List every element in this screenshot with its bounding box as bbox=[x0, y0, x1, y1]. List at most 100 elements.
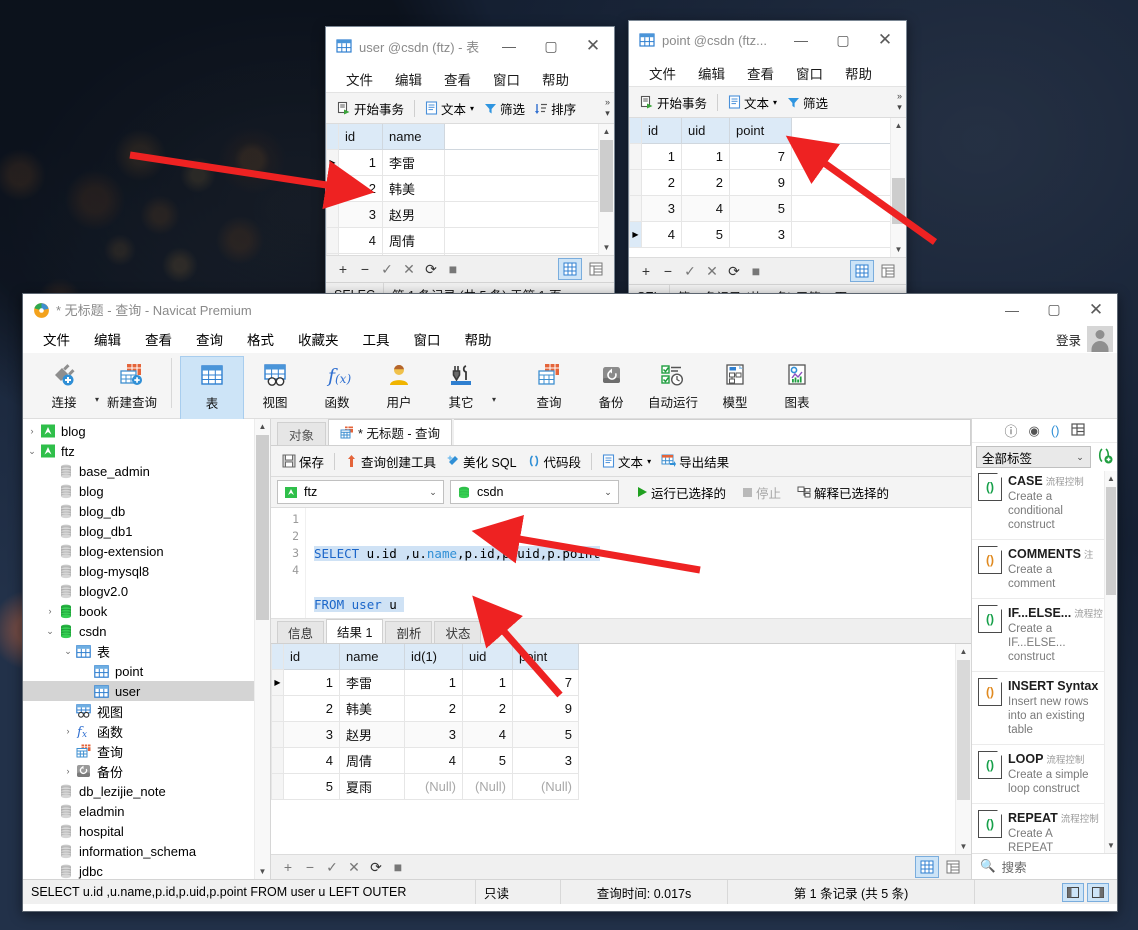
snippet-list[interactable]: ▲ ▼ () CASE 流程控制 Create a conditional const… bbox=[972, 470, 1117, 853]
menu-file[interactable]: 文件 bbox=[335, 67, 384, 91]
tree-item-blog-extension[interactable]: blog-extension bbox=[23, 541, 270, 561]
refresh-button[interactable]: ⟳ bbox=[723, 261, 745, 281]
menu-window[interactable]: 窗口 bbox=[402, 326, 453, 352]
scroll-down-icon[interactable]: ▼ bbox=[891, 242, 906, 257]
object-tree-sidebar[interactable]: ▲ ▼ › blog ⌄ ftz base_admin blog blog_db blog_d… bbox=[23, 419, 271, 879]
cell-name[interactable]: 赵男 bbox=[382, 201, 445, 228]
grid-vscrollbar[interactable]: ▲ ▼ bbox=[890, 118, 906, 257]
cell-point[interactable]: 5 bbox=[512, 721, 579, 748]
minimize-button[interactable]: — bbox=[488, 27, 530, 65]
grid-icon[interactable] bbox=[1070, 423, 1085, 439]
expand-arrow-icon[interactable]: ⌄ bbox=[43, 626, 57, 637]
cell-id[interactable]: 5 bbox=[338, 253, 383, 255]
apply-button[interactable]: ✓ bbox=[376, 259, 398, 279]
column-header-name[interactable]: name bbox=[339, 644, 405, 670]
cancel-button[interactable]: ✕ bbox=[398, 259, 420, 279]
result-table[interactable]: id name id(1) uid point ▶ 1 李雷 1 1 7 2 韩… bbox=[271, 644, 579, 800]
tree-item-blog[interactable]: › blog bbox=[23, 421, 270, 441]
cell-uid[interactable]: 4 bbox=[681, 195, 730, 222]
cell-name[interactable]: 韩美 bbox=[339, 695, 405, 722]
snippet-button[interactable]: 代码段 bbox=[522, 449, 587, 473]
cell-id[interactable]: 2 bbox=[338, 175, 383, 202]
tree-item-base_admin[interactable]: base_admin bbox=[23, 461, 270, 481]
user-grid[interactable]: ▲ ▼ id name ▶ 1 李雷 2 韩美 3 赵男 4 周倩 bbox=[326, 124, 614, 255]
scroll-down-icon[interactable]: ▼ bbox=[599, 240, 614, 255]
scroll-down-icon[interactable]: ▼ bbox=[956, 839, 971, 854]
ribbon-backup[interactable]: 备份 bbox=[580, 356, 642, 418]
result-vscrollbar[interactable]: ▲ ▼ bbox=[955, 644, 971, 854]
ribbon-new-query[interactable]: 新建查询 bbox=[101, 356, 163, 418]
menu-view[interactable]: 查看 bbox=[433, 67, 482, 91]
stop-button[interactable]: ■ bbox=[387, 857, 409, 877]
close-button[interactable]: ✕ bbox=[1075, 294, 1117, 325]
cell-point[interactable]: 3 bbox=[512, 747, 579, 774]
delete-record-button[interactable]: − bbox=[299, 857, 321, 877]
snippet-item[interactable]: () INSERT Syntax Insert new rows into an e… bbox=[972, 672, 1104, 745]
ribbon-query[interactable]: 查询 bbox=[518, 356, 580, 418]
apply-button[interactable]: ✓ bbox=[679, 261, 701, 281]
expand-arrow-icon[interactable]: › bbox=[43, 606, 57, 616]
text-button[interactable]: 文本 ▾ bbox=[597, 449, 656, 473]
avatar[interactable] bbox=[1087, 326, 1113, 352]
snippet-item[interactable]: () CASE 流程控制 Create a conditional construct bbox=[972, 471, 1104, 540]
menu-file[interactable]: 文件 bbox=[638, 61, 687, 85]
maximize-button[interactable]: ▢ bbox=[822, 21, 864, 59]
tree-vscrollbar[interactable]: ▲ ▼ bbox=[254, 419, 270, 879]
tree-item-x[interactable]: ⌄ 表 bbox=[23, 641, 270, 661]
menu-view[interactable]: 查看 bbox=[133, 326, 184, 352]
chevron-down-icon[interactable]: ▾ bbox=[492, 371, 496, 404]
add-record-button[interactable]: + bbox=[332, 259, 354, 279]
chevron-down-icon[interactable]: ▾ bbox=[647, 457, 651, 466]
scroll-down-icon[interactable]: ▼ bbox=[255, 864, 270, 879]
menu-help[interactable]: 帮助 bbox=[531, 67, 580, 91]
cell-id[interactable]: 1 bbox=[641, 143, 682, 170]
query-builder-button[interactable]: 查询创建工具 bbox=[340, 449, 441, 473]
grid-view-button[interactable] bbox=[850, 260, 874, 282]
refresh-button[interactable]: ⟳ bbox=[420, 259, 442, 279]
connection-select[interactable]: ftz ⌄ bbox=[277, 480, 444, 504]
cell-id[interactable]: 1 bbox=[283, 669, 340, 696]
menu-view[interactable]: 查看 bbox=[736, 61, 785, 85]
snippet-item[interactable]: () REPEAT 流程控制 Create A REPEAT bbox=[972, 804, 1104, 853]
tree-item-book[interactable]: › book bbox=[23, 601, 270, 621]
stop-button[interactable]: ■ bbox=[442, 259, 464, 279]
point-grid[interactable]: ▲ ▼ id uid point 1 1 7 2 2 9 3 4 5 ▶ 4 5… bbox=[629, 118, 906, 257]
table-row[interactable]: 3 4 5 bbox=[629, 195, 891, 222]
eye-icon[interactable]: ◉ bbox=[1029, 423, 1040, 439]
menu-format[interactable]: 格式 bbox=[235, 326, 286, 352]
chevron-down-icon[interactable]: ▾ bbox=[470, 104, 474, 113]
column-header-uid[interactable]: uid bbox=[681, 118, 730, 144]
menu-edit[interactable]: 编辑 bbox=[384, 67, 433, 91]
scroll-thumb[interactable] bbox=[1106, 486, 1116, 595]
chevron-down-icon[interactable]: ▾ bbox=[773, 98, 777, 107]
table-row[interactable]: 4 周倩 4 5 3 bbox=[271, 747, 579, 774]
cell-id[interactable]: 3 bbox=[283, 721, 340, 748]
menu-query[interactable]: 查询 bbox=[184, 326, 235, 352]
toolbar-overflow-button[interactable]: » ▾ bbox=[897, 87, 902, 117]
text-button[interactable]: 文本 ▾ bbox=[420, 96, 479, 120]
export-result-button[interactable]: 导出结果 bbox=[656, 449, 734, 473]
column-header-id1[interactable]: id(1) bbox=[404, 644, 463, 670]
snippet-icon[interactable]: () bbox=[1051, 423, 1060, 438]
tree-item-xx[interactable]: › 备份 bbox=[23, 761, 270, 781]
tree-item-blog_db[interactable]: blog_db bbox=[23, 501, 270, 521]
cell-id[interactable]: 1 bbox=[338, 149, 383, 176]
tab-objects[interactable]: 对象 bbox=[277, 422, 327, 445]
table-row[interactable]: 4 周倩 bbox=[326, 227, 599, 254]
cell-id[interactable]: 3 bbox=[641, 195, 682, 222]
minimize-button[interactable]: — bbox=[780, 21, 822, 59]
snippet-search[interactable]: 🔍 搜索 bbox=[972, 852, 1117, 879]
expand-arrow-icon[interactable]: › bbox=[25, 426, 39, 436]
column-header-uid[interactable]: uid bbox=[462, 644, 513, 670]
toolbar-overflow-button[interactable]: » ▾ bbox=[605, 93, 610, 123]
snippet-tag-filter[interactable]: 全部标签 ⌄ bbox=[976, 446, 1091, 469]
snippet-item[interactable]: () LOOP 流程控制 Create a simple loop construct bbox=[972, 745, 1104, 804]
cell-name[interactable]: 周倩 bbox=[382, 227, 445, 254]
cancel-button[interactable]: ✕ bbox=[343, 857, 365, 877]
tree-item-hospital[interactable]: hospital bbox=[23, 821, 270, 841]
chevron-down-icon[interactable]: ⌄ bbox=[423, 487, 443, 498]
maximize-button[interactable]: ▢ bbox=[530, 27, 572, 65]
ribbon-user[interactable]: 用户 bbox=[368, 356, 430, 418]
cell-point[interactable]: 9 bbox=[729, 169, 792, 196]
snippet-item[interactable]: () IF...ELSE... 流程控 Create a IF...ELSE... c… bbox=[972, 599, 1104, 672]
